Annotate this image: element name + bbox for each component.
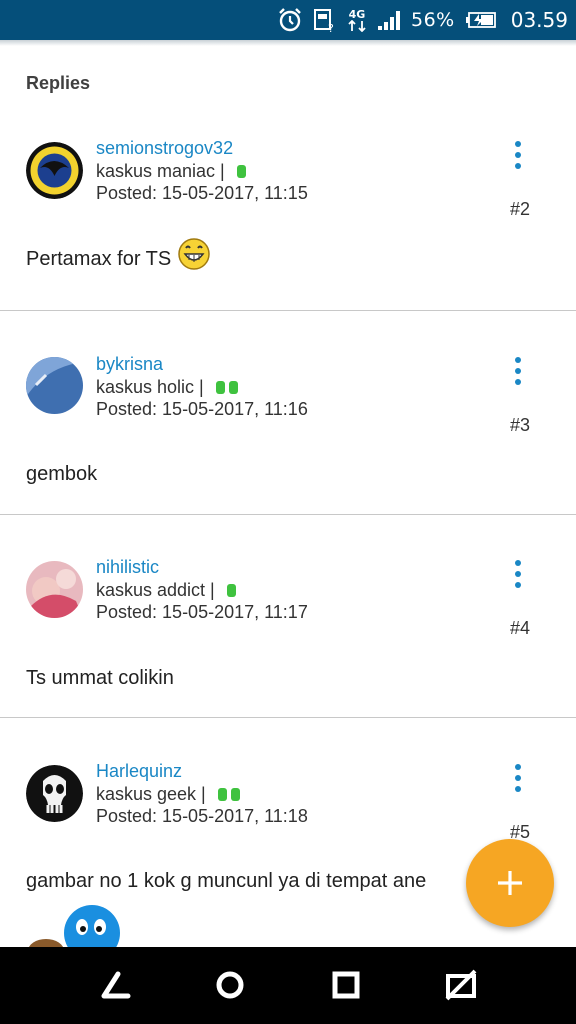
post-content: Pertamax for TS: [26, 237, 211, 271]
pink-photo-avatar-image: [26, 561, 83, 618]
reputation-dot: [217, 788, 227, 801]
signal-icon: [377, 9, 403, 31]
post-text: Pertamax for TS: [26, 248, 172, 270]
avatar[interactable]: [26, 765, 83, 822]
post-content: Ts ummat colikin: [26, 667, 174, 690]
post-divider: [0, 310, 576, 311]
blue-photo-avatar-image: [26, 357, 83, 414]
more-vert-icon: [515, 141, 521, 147]
emoticon-image: [26, 903, 126, 947]
post-number: #3: [509, 415, 530, 435]
user-rank: kaskus addict |: [96, 580, 236, 601]
nav-recents-button[interactable]: [328, 967, 364, 1003]
post-divider: [0, 514, 576, 515]
toolbar-shadow: [0, 40, 576, 46]
more-vert-icon: [515, 560, 521, 566]
reputation-dot: [230, 788, 240, 801]
back-icon: [101, 971, 131, 999]
battery-percentage: 56%: [411, 9, 455, 31]
post-date: Posted: 15-05-2017, 11:15: [96, 183, 308, 203]
avatar[interactable]: [26, 142, 83, 199]
network-type-label: 4G: [348, 7, 366, 21]
plus-icon: [498, 871, 522, 895]
emblem-avatar-image: [26, 142, 83, 199]
svg-text:?: ?: [328, 22, 334, 33]
reputation-dot: [215, 381, 225, 394]
home-icon: [216, 971, 244, 999]
blue-smiley-icon: [29, 905, 120, 947]
post-content: gembok: [26, 463, 97, 486]
user-rank: kaskus geek |: [96, 784, 240, 805]
post-number: #2: [509, 199, 530, 219]
reputation-dot: [228, 381, 238, 394]
user-rank: kaskus holic |: [96, 377, 238, 398]
nav-back-button[interactable]: [98, 967, 134, 1003]
post-menu-button[interactable]: [506, 355, 530, 387]
post-text: Ts ummat colikin: [26, 667, 174, 689]
reputation-dot: [236, 165, 246, 178]
rank-label: kaskus maniac |: [96, 161, 225, 181]
post-menu-button[interactable]: [506, 139, 530, 171]
alarm-icon: [277, 7, 303, 33]
more-vert-icon: [515, 357, 521, 363]
nav-hide-button[interactable]: [443, 967, 479, 1003]
rank-label: kaskus holic |: [96, 377, 204, 397]
avatar[interactable]: [26, 561, 83, 618]
post-text: gambar no 1 kok g muncunl ya di tempat a…: [26, 870, 427, 892]
network-4g-icon: 4G: [347, 9, 367, 32]
post-number: #4: [509, 618, 530, 638]
post-date: Posted: 15-05-2017, 11:16: [96, 399, 308, 419]
data-saver-icon: ?: [313, 7, 337, 33]
username-link[interactable]: Harlequinz: [96, 761, 182, 782]
add-reply-button[interactable]: [466, 839, 554, 927]
section-title: Replies: [26, 73, 91, 93]
clock: 03.59: [510, 8, 568, 32]
post-date: Posted: 15-05-2017, 11:18: [96, 806, 308, 826]
post-text: gembok: [26, 463, 98, 485]
post-date: Posted: 15-05-2017, 11:17: [96, 602, 308, 622]
reputation-dot: [226, 584, 236, 597]
more-vert-icon: [515, 764, 521, 770]
hide-keyboard-icon: [445, 969, 477, 1001]
status-bar: ? 4G 56% 03.59: [0, 0, 576, 40]
username-link[interactable]: semionstrogov32: [96, 138, 233, 159]
username-link[interactable]: bykrisna: [96, 354, 163, 375]
recents-icon: [332, 971, 360, 999]
avatar[interactable]: [26, 357, 83, 414]
user-rank: kaskus maniac |: [96, 161, 246, 182]
post-menu-button[interactable]: [506, 558, 530, 590]
skull-avatar-image: [26, 765, 83, 822]
rank-label: kaskus addict |: [96, 580, 215, 600]
nav-home-button[interactable]: [212, 967, 248, 1003]
battery-charging-icon: [465, 11, 497, 29]
rank-label: kaskus geek |: [96, 784, 206, 804]
post-menu-button[interactable]: [506, 762, 530, 794]
post-divider: [0, 717, 576, 718]
username-link[interactable]: nihilistic: [96, 557, 159, 578]
grin-emoticon-icon: [178, 237, 210, 270]
post-content: gambar no 1 kok g muncunl ya di tempat a…: [26, 870, 466, 893]
system-nav-bar: [0, 947, 576, 1024]
